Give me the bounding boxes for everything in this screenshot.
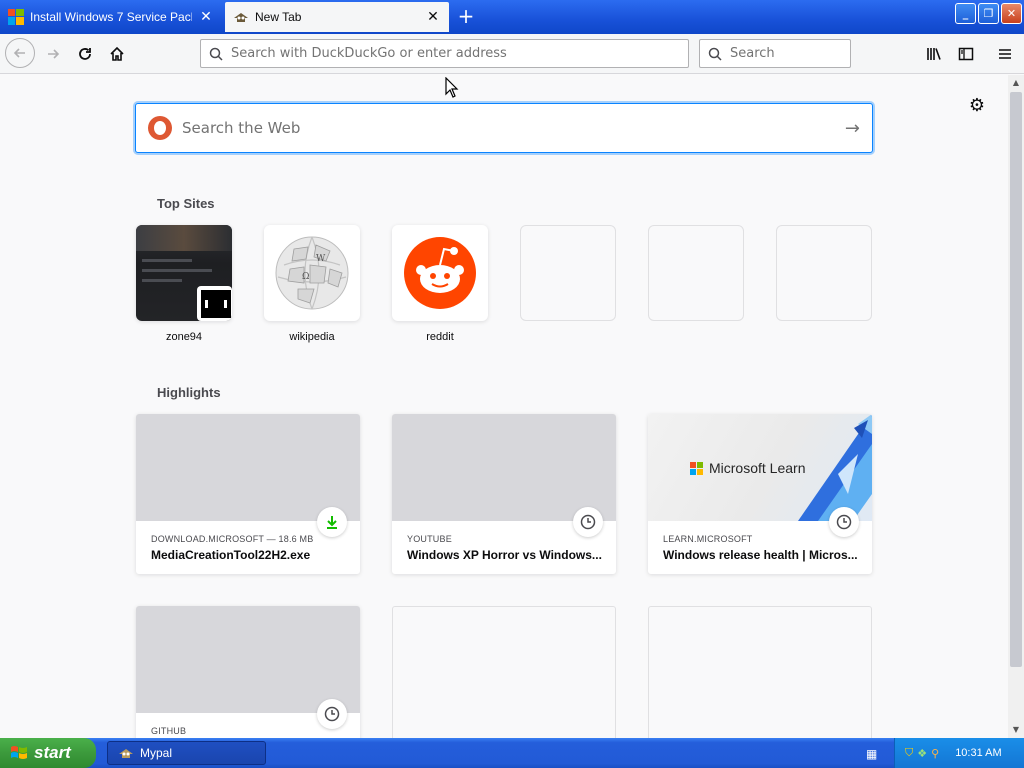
tab-title: New Tab	[255, 10, 302, 24]
highlight-host: YOUTUBE	[407, 534, 452, 544]
highlight-title: Windows release health | Micros...	[663, 548, 858, 562]
clock-icon	[317, 699, 347, 729]
search-bar[interactable]: Search	[699, 39, 851, 68]
top-sites-title: Top Sites	[157, 196, 215, 211]
highlight-thumbnail	[136, 606, 360, 713]
taskbar: start Mypal ▦ ⛉ ❖ ⚲ 10:31 AM	[0, 738, 1024, 768]
reddit-logo-icon	[404, 237, 476, 309]
scroll-down-arrow-icon[interactable]: ▼	[1008, 722, 1024, 738]
search-icon	[708, 47, 722, 61]
duckduckgo-icon	[148, 116, 172, 140]
hamburger-menu-icon	[999, 49, 1011, 59]
back-button[interactable]	[5, 38, 35, 68]
keyboard-icon[interactable]: ▦	[866, 747, 882, 761]
close-button[interactable]: ✕	[1001, 3, 1022, 24]
highlight-card[interactable]: Microsoft Learn LEARN.MICROSOFT Windows …	[648, 414, 872, 574]
highlight-thumbnail	[136, 414, 360, 521]
web-search-placeholder: Search the Web	[182, 119, 301, 137]
scrollbar-thumb[interactable]	[1010, 92, 1022, 667]
sidebar-icon	[958, 47, 974, 61]
title-bar: Install Windows 7 Service Pack 1 ( ✕ New…	[0, 0, 1024, 34]
top-site-label: wikipedia	[289, 331, 335, 343]
clock-icon	[829, 507, 859, 537]
highlight-title: Windows XP Horror vs Windows...	[407, 548, 602, 562]
menu-button[interactable]	[991, 40, 1019, 68]
highlights-title: Highlights	[157, 385, 221, 400]
windows-logo-icon	[8, 9, 24, 25]
forward-button[interactable]	[39, 40, 67, 68]
taskbar-item-label: Mypal	[140, 746, 173, 760]
wikipedia-globe-icon: Ω W	[275, 236, 349, 310]
maximize-button[interactable]: ❐	[978, 3, 999, 24]
search-tray-icon[interactable]: ⚲	[931, 747, 939, 760]
top-site-label: zone94	[165, 331, 203, 343]
scroll-up-arrow-icon[interactable]: ▲	[1008, 75, 1024, 91]
new-tab-page: ⚙ Search the Web → Top Sites zone94 Ω W …	[0, 75, 1008, 738]
top-site-wikipedia[interactable]: Ω W	[264, 225, 360, 321]
highlight-host: LEARN.MICROSOFT	[663, 534, 753, 544]
mypal-icon	[234, 13, 248, 22]
tab-close-icon[interactable]: ✕	[198, 9, 214, 25]
minimize-button[interactable]: _	[955, 3, 976, 24]
start-button[interactable]: start	[0, 738, 96, 768]
address-bar-placeholder: Search with DuckDuckGo or enter address	[231, 46, 507, 61]
arrow-left-icon	[13, 48, 25, 58]
gear-icon[interactable]: ⚙	[966, 95, 988, 117]
top-site-label: reddit	[426, 331, 454, 343]
arrow-right-icon	[48, 49, 60, 59]
tab-install-windows[interactable]: Install Windows 7 Service Pack 1 ( ✕	[0, 2, 222, 32]
taskbar-item-mypal[interactable]: Mypal	[107, 741, 266, 765]
highlight-host: DOWNLOAD.MICROSOFT — 18.6 MB	[151, 534, 314, 544]
search-submit-arrow-icon[interactable]: →	[845, 118, 860, 139]
highlight-card[interactable]: YOUTUBE Windows XP Horror vs Windows...	[392, 414, 616, 574]
highlight-card[interactable]: GITHUB	[136, 606, 360, 738]
new-tab-plus-icon[interactable]: +	[455, 6, 477, 28]
web-search-box[interactable]: Search the Web →	[135, 103, 873, 153]
zone94-favicon	[197, 286, 232, 321]
network-icon[interactable]: ❖	[917, 747, 927, 760]
highlight-thumbnail	[392, 414, 616, 521]
home-icon	[110, 46, 124, 61]
top-site-reddit[interactable]	[392, 225, 488, 321]
svg-text:Ω: Ω	[302, 272, 309, 282]
svg-text:W: W	[316, 254, 326, 264]
reload-icon	[79, 48, 91, 60]
mypal-icon	[119, 749, 133, 758]
highlight-card[interactable]: DOWNLOAD.MICROSOFT — 18.6 MB MediaCreati…	[136, 414, 360, 574]
start-label: start	[34, 743, 71, 762]
tab-new-tab[interactable]: New Tab ✕	[225, 2, 449, 32]
microsoft-learn-text: Microsoft Learn	[709, 460, 806, 476]
highlight-empty-slot	[648, 606, 872, 738]
window-controls: _ ❐ ✕	[955, 3, 1022, 24]
home-button[interactable]	[103, 40, 131, 68]
clock-icon	[573, 507, 603, 537]
highlight-title: MediaCreationTool22H2.exe	[151, 548, 311, 562]
sidebar-button[interactable]	[952, 40, 980, 68]
top-site-zone94[interactable]	[136, 225, 232, 321]
address-bar[interactable]: Search with DuckDuckGo or enter address	[200, 39, 689, 68]
search-bar-placeholder: Search	[730, 46, 775, 61]
search-icon	[209, 47, 223, 61]
library-button[interactable]	[920, 40, 948, 68]
security-shield-icon[interactable]: ⛉	[905, 747, 913, 760]
vertical-scrollbar[interactable]: ▲ ▼	[1008, 75, 1024, 738]
system-tray: ⛉ ❖ ⚲ 10:31 AM	[894, 738, 1024, 768]
clock: 10:31 AM	[955, 747, 1002, 759]
top-site-empty-slot	[776, 225, 872, 321]
top-site-empty-slot	[648, 225, 744, 321]
top-site-empty-slot	[520, 225, 616, 321]
mouse-cursor-icon	[445, 77, 459, 98]
highlight-empty-slot	[392, 606, 616, 738]
nav-toolbar: Search with DuckDuckGo or enter address …	[0, 34, 1024, 74]
windows-flag-icon	[11, 746, 27, 759]
tab-close-icon[interactable]: ✕	[425, 9, 441, 25]
microsoft-learn-thumbnail: Microsoft Learn	[648, 414, 872, 521]
microsoft-logo: Microsoft Learn	[690, 460, 805, 476]
library-icon	[927, 48, 941, 60]
highlight-host: GITHUB	[151, 726, 187, 736]
tab-title: Install Windows 7 Service Pack 1 (	[30, 10, 192, 24]
download-icon	[317, 507, 347, 537]
reload-button[interactable]	[71, 40, 99, 68]
